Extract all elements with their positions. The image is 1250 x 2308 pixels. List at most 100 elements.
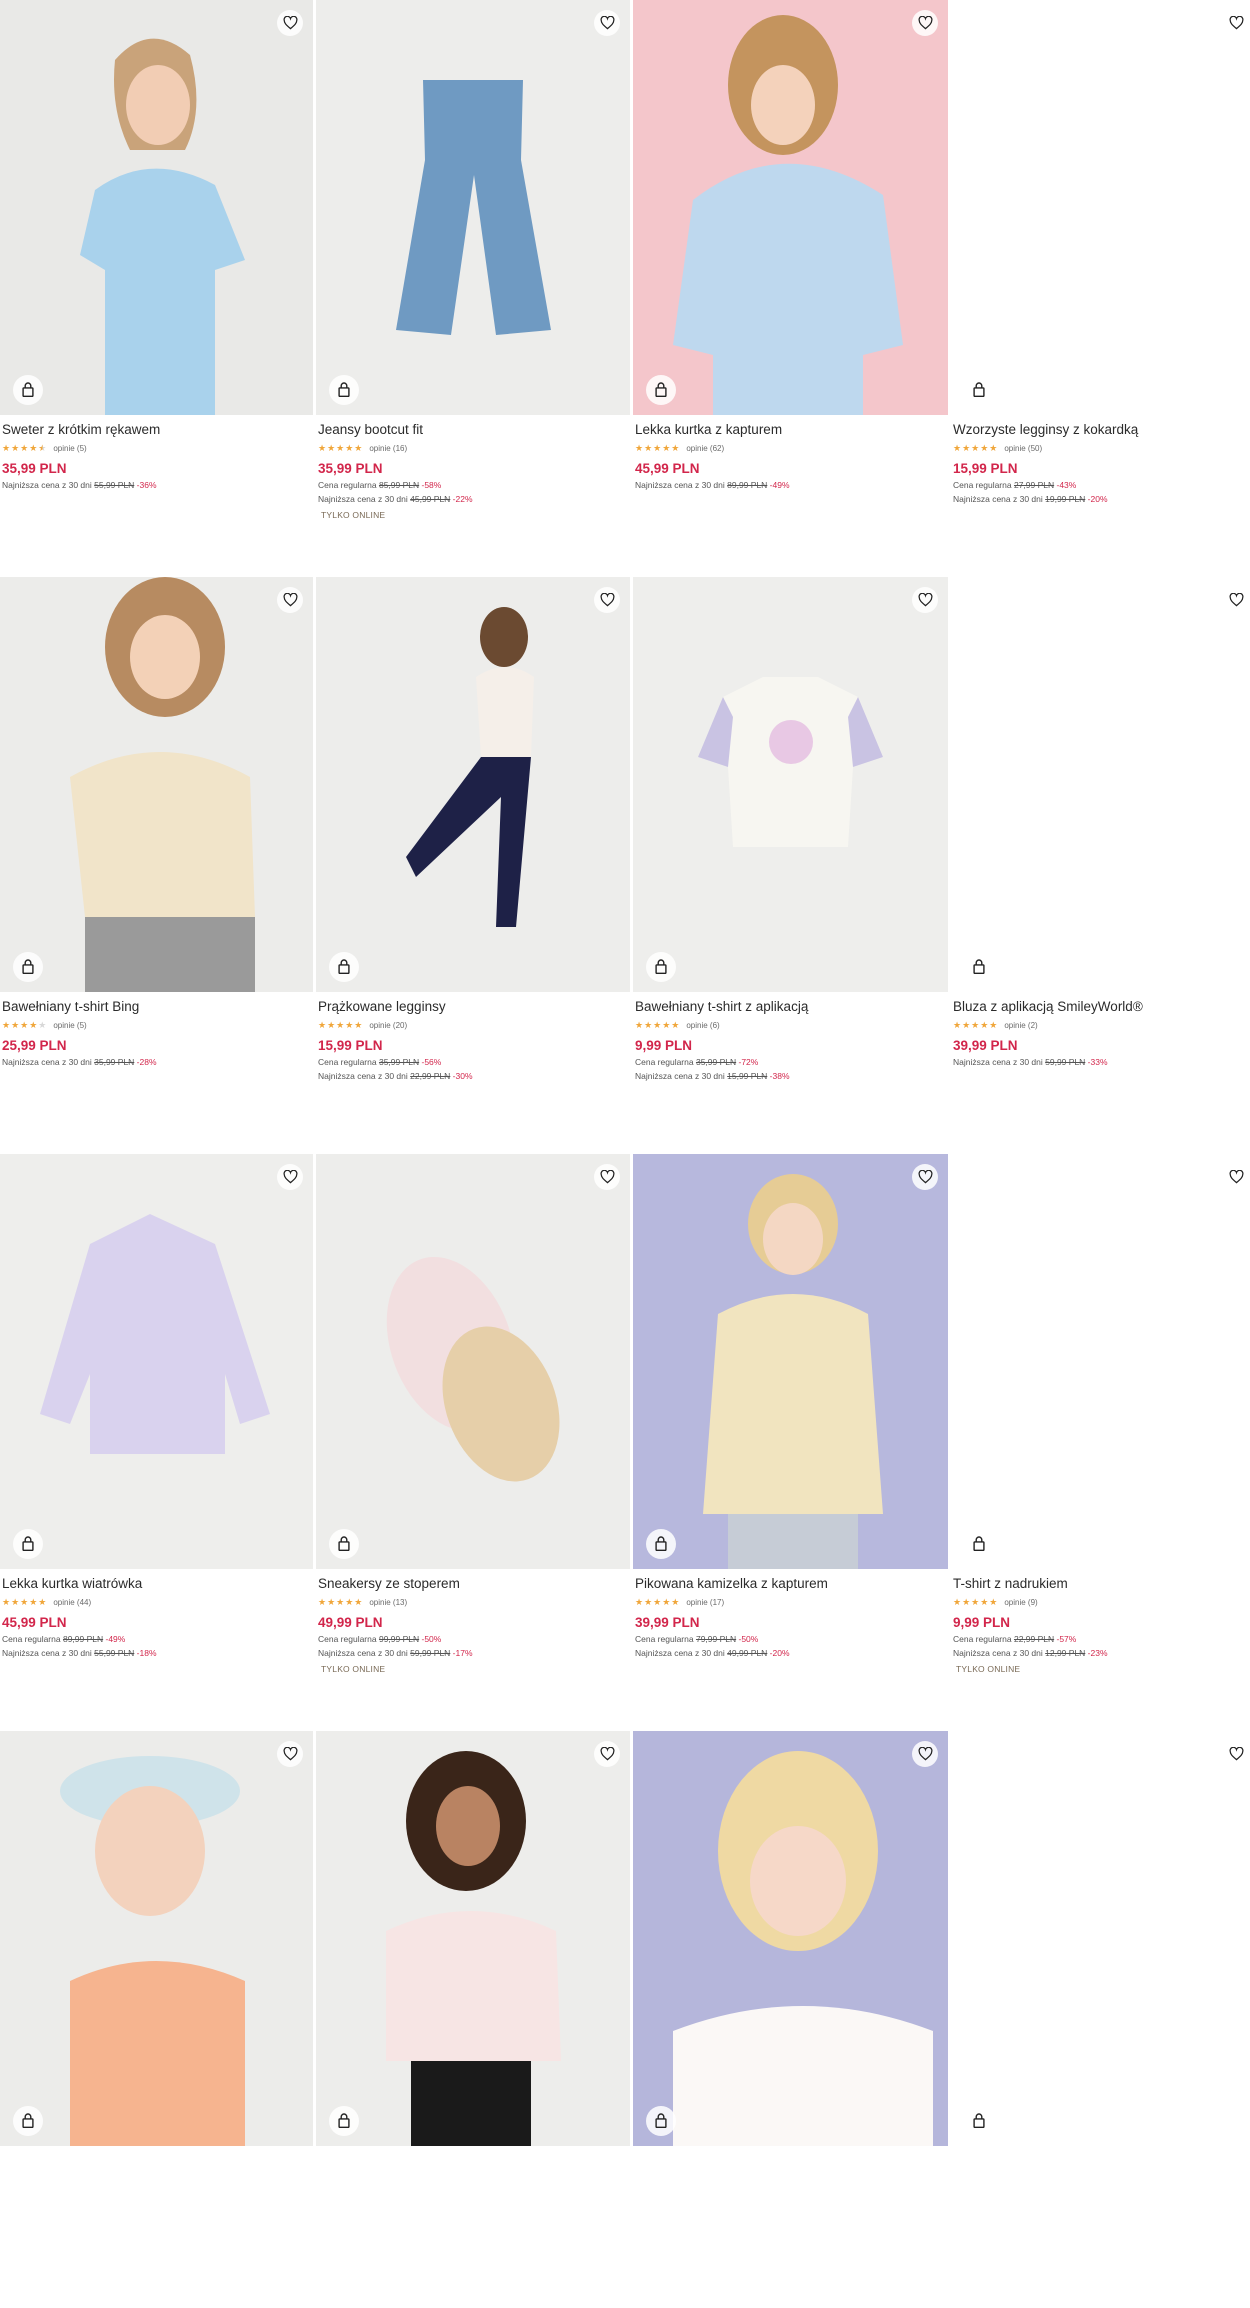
heart-icon[interactable] bbox=[277, 1741, 303, 1767]
product-name[interactable]: Sneakersy ze stoperem bbox=[318, 1575, 630, 1593]
reviews-count[interactable]: opinie (13) bbox=[369, 1598, 407, 1607]
product-card[interactable]: Wzorzyste legginsy z kokardką ★★★★★ opinie… bbox=[951, 0, 1250, 577]
product-image[interactable] bbox=[0, 577, 313, 992]
product-name[interactable]: Sweter z krótkim rękawem bbox=[2, 421, 313, 439]
product-image[interactable] bbox=[633, 577, 948, 992]
product-card[interactable]: T-shirt z nadrukiem ★★★★★ opinie (9) 9,99 P… bbox=[951, 1154, 1250, 1731]
product-card[interactable] bbox=[0, 1731, 313, 2308]
shopping-bag-icon[interactable] bbox=[964, 952, 994, 982]
reviews-count[interactable]: opinie (16) bbox=[369, 444, 407, 453]
product-card[interactable]: Pikowana kamizelka z kapturem ★★★★★ opinie… bbox=[633, 1154, 948, 1731]
product-card[interactable]: Bawełniany t-shirt Bing ★★★★★ opinie (5) 25… bbox=[0, 577, 313, 1154]
product-image[interactable] bbox=[633, 1731, 948, 2146]
shopping-bag-icon[interactable] bbox=[13, 2106, 43, 2136]
product-name[interactable]: Lekka kurtka z kapturem bbox=[635, 421, 948, 439]
reviews-count[interactable]: opinie (62) bbox=[686, 444, 724, 453]
product-card[interactable]: Jeansy bootcut fit ★★★★★ opinie (16) 35,99 … bbox=[316, 0, 630, 577]
shopping-bag-icon[interactable] bbox=[329, 1529, 359, 1559]
heart-icon[interactable] bbox=[1223, 1741, 1249, 1767]
price-label: Najniższa cena z 30 dni bbox=[318, 494, 411, 504]
product-image[interactable] bbox=[316, 1154, 630, 1569]
reviews-count[interactable]: opinie (17) bbox=[686, 1598, 724, 1607]
shopping-bag-icon[interactable] bbox=[13, 375, 43, 405]
product-card[interactable] bbox=[316, 1731, 630, 2308]
product-card[interactable]: Lekka kurtka z kapturem ★★★★★ opinie (62) 4… bbox=[633, 0, 948, 577]
product-name[interactable]: Lekka kurtka wiatrówka bbox=[2, 1575, 313, 1593]
product-image[interactable] bbox=[951, 577, 1250, 992]
star-rating-icons: ★★★★★ bbox=[635, 1597, 681, 1607]
product-image[interactable] bbox=[316, 577, 630, 992]
heart-icon[interactable] bbox=[912, 1741, 938, 1767]
old-price: 45,99 PLN bbox=[410, 494, 451, 504]
price-label: Najniższa cena z 30 dni bbox=[2, 480, 95, 490]
product-image[interactable] bbox=[951, 1154, 1250, 1569]
product-name[interactable]: Pikowana kamizelka z kapturem bbox=[635, 1575, 948, 1593]
shopping-bag-icon[interactable] bbox=[646, 375, 676, 405]
reviews-count[interactable]: opinie (50) bbox=[1004, 444, 1042, 453]
product-image[interactable] bbox=[0, 0, 313, 415]
product-name[interactable]: Bluza z aplikacją SmileyWorld® bbox=[953, 998, 1250, 1016]
heart-icon[interactable] bbox=[277, 10, 303, 36]
product-card[interactable]: Bluza z aplikacją SmileyWorld® ★★★★★ opini… bbox=[951, 577, 1250, 1154]
product-card[interactable]: Prążkowane legginsy ★★★★★ opinie (20) 15,99… bbox=[316, 577, 630, 1154]
product-price: 25,99 PLN bbox=[2, 1038, 67, 1053]
shopping-bag-icon[interactable] bbox=[646, 2106, 676, 2136]
heart-icon[interactable] bbox=[594, 1164, 620, 1190]
product-card[interactable] bbox=[633, 1731, 948, 2308]
shopping-bag-icon[interactable] bbox=[329, 2106, 359, 2136]
product-card[interactable]: Sweter z krótkim rękawem ★★★★★ opinie (5) 3… bbox=[0, 0, 313, 577]
product-name[interactable]: Jeansy bootcut fit bbox=[318, 421, 630, 439]
reviews-count[interactable]: opinie (6) bbox=[686, 1021, 719, 1030]
heart-icon[interactable] bbox=[1223, 10, 1249, 36]
shopping-bag-icon[interactable] bbox=[646, 1529, 676, 1559]
heart-icon[interactable] bbox=[912, 10, 938, 36]
product-image[interactable] bbox=[633, 1154, 948, 1569]
discount-percent: -23% bbox=[1085, 1648, 1108, 1658]
product-card[interactable]: Sneakersy ze stoperem ★★★★★ opinie (13) 49,… bbox=[316, 1154, 630, 1731]
product-name[interactable]: Prążkowane legginsy bbox=[318, 998, 630, 1016]
price-label: Cena regularna bbox=[953, 1634, 1014, 1644]
product-name[interactable]: Bawełniany t-shirt Bing bbox=[2, 998, 313, 1016]
product-card[interactable] bbox=[951, 1731, 1250, 2308]
price-history-line: Najniższa cena z 30 dni 89,99 PLN -49% bbox=[635, 478, 948, 492]
product-name[interactable]: Wzorzyste legginsy z kokardką bbox=[953, 421, 1250, 439]
heart-icon[interactable] bbox=[277, 1164, 303, 1190]
product-image[interactable] bbox=[0, 1154, 313, 1569]
product-image[interactable] bbox=[633, 0, 948, 415]
old-price: 15,99 PLN bbox=[727, 1071, 768, 1081]
heart-icon[interactable] bbox=[1223, 1164, 1249, 1190]
heart-icon[interactable] bbox=[912, 587, 938, 613]
shopping-bag-icon[interactable] bbox=[329, 952, 359, 982]
product-image[interactable] bbox=[951, 1731, 1250, 2146]
product-name[interactable]: T-shirt z nadrukiem bbox=[953, 1575, 1250, 1593]
product-card[interactable]: Bawełniany t-shirt z aplikacją ★★★★★ opini… bbox=[633, 577, 948, 1154]
heart-icon[interactable] bbox=[912, 1164, 938, 1190]
product-image[interactable] bbox=[951, 0, 1250, 415]
shopping-bag-icon[interactable] bbox=[964, 375, 994, 405]
heart-icon[interactable] bbox=[1223, 587, 1249, 613]
reviews-count[interactable]: opinie (5) bbox=[53, 444, 86, 453]
shopping-bag-icon[interactable] bbox=[964, 1529, 994, 1559]
shopping-bag-icon[interactable] bbox=[13, 952, 43, 982]
product-image[interactable] bbox=[316, 0, 630, 415]
reviews-count[interactable]: opinie (2) bbox=[1004, 1021, 1037, 1030]
shopping-bag-icon[interactable] bbox=[329, 375, 359, 405]
heart-icon[interactable] bbox=[594, 587, 620, 613]
product-card[interactable]: Lekka kurtka wiatrówka ★★★★★ opinie (44) 45… bbox=[0, 1154, 313, 1731]
heart-icon[interactable] bbox=[594, 1741, 620, 1767]
reviews-count[interactable]: opinie (5) bbox=[53, 1021, 86, 1030]
product-image[interactable] bbox=[0, 1731, 313, 2146]
shopping-bag-icon[interactable] bbox=[646, 952, 676, 982]
reviews-count[interactable]: opinie (9) bbox=[1004, 1598, 1037, 1607]
price-history-line: Najniższa cena z 30 dni 49,99 PLN -20% bbox=[635, 1646, 948, 1660]
heart-icon[interactable] bbox=[277, 587, 303, 613]
shopping-bag-icon[interactable] bbox=[964, 2106, 994, 2136]
shopping-bag-icon[interactable] bbox=[13, 1529, 43, 1559]
product-image[interactable] bbox=[316, 1731, 630, 2146]
heart-icon[interactable] bbox=[594, 10, 620, 36]
product-name[interactable]: Bawełniany t-shirt z aplikacją bbox=[635, 998, 948, 1016]
reviews-count[interactable]: opinie (20) bbox=[369, 1021, 407, 1030]
price-history-line: Najniższa cena z 30 dni 59,99 PLN -17% bbox=[318, 1646, 630, 1660]
reviews-count[interactable]: opinie (44) bbox=[53, 1598, 91, 1607]
discount-percent: -72% bbox=[736, 1057, 759, 1067]
